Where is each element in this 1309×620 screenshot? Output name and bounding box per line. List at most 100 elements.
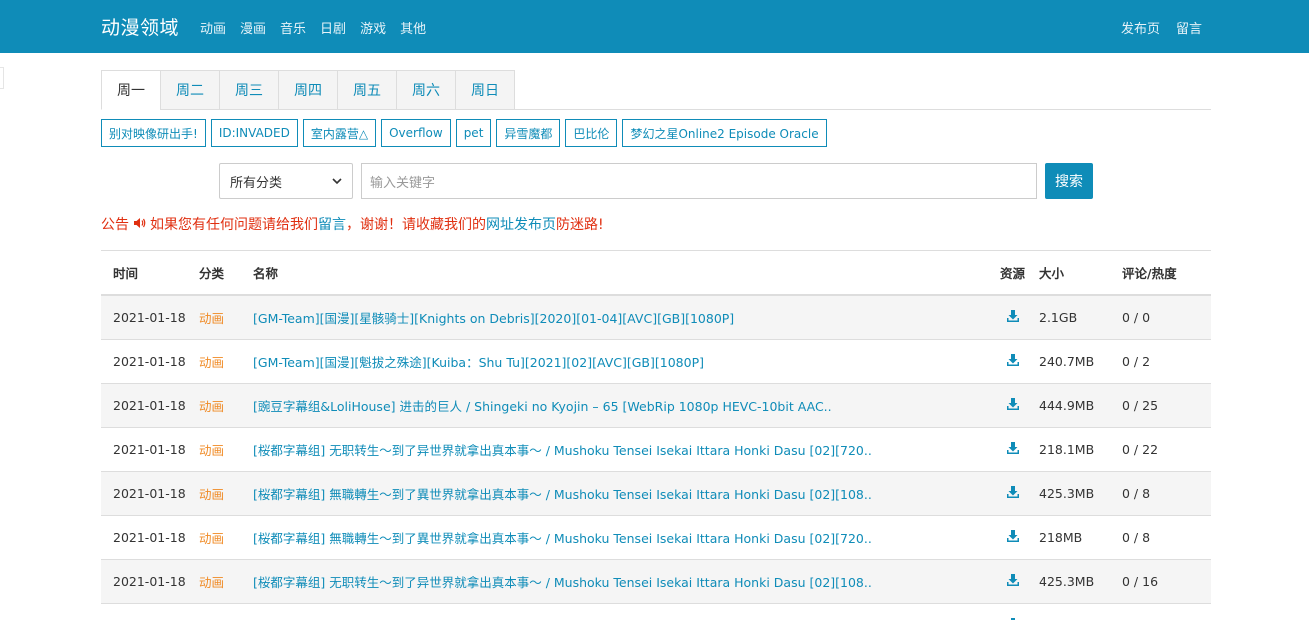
row-size: 218.1MB	[1039, 442, 1095, 457]
row-category[interactable]: 动画	[199, 616, 253, 620]
table-header: 时间 分类 名称 资源 大小 评论/热度	[101, 251, 1211, 296]
row-resource	[986, 309, 1039, 326]
nav-link-anime[interactable]: 动画	[200, 18, 226, 37]
series-tag[interactable]: 别对映像研出手!	[101, 119, 206, 147]
row-size: 240.7MB	[1039, 354, 1095, 369]
speaker-icon	[133, 217, 146, 232]
row-category[interactable]: 动画	[199, 440, 253, 459]
row-time: 2021-01-18	[113, 398, 186, 413]
row-title-link[interactable]: [豌豆字幕组&LoliHouse] 进击的巨人 / Shingeki no Ky…	[253, 396, 986, 415]
row-comments: 0 / 0	[1122, 310, 1151, 325]
table-row: 2021-01-18 动画 [桜都字幕组] 无职转生～到了异世界就拿出真本事～ / …	[101, 428, 1211, 472]
download-icon[interactable]	[1006, 529, 1020, 546]
series-tag[interactable]: 梦幻之星Online2 Episode Oracle	[622, 119, 827, 147]
row-category[interactable]: 动画	[199, 308, 253, 327]
tab-saturday[interactable]: 周六	[396, 70, 456, 110]
row-resource	[986, 353, 1039, 370]
row-category[interactable]: 动画	[199, 484, 253, 503]
header-name[interactable]: 名称	[253, 263, 986, 282]
row-comments: 0 / 25	[1122, 398, 1159, 413]
series-tag-list: 别对映像研出手! ID:INVADED 室内露营△ Overflow pet 异…	[101, 119, 827, 147]
nav-link-release-page[interactable]: 发布页	[1121, 18, 1160, 37]
category-select-value: 所有分类	[230, 175, 283, 191]
secondary-nav: 发布页 留言	[1121, 18, 1202, 37]
nav-link-music[interactable]: 音乐	[280, 18, 306, 37]
tab-wednesday[interactable]: 周三	[219, 70, 279, 110]
site-logo[interactable]: 动漫领域	[101, 13, 179, 40]
category-select[interactable]: 所有分类	[219, 163, 353, 199]
row-comments: 0 / 8	[1122, 486, 1151, 501]
series-tag[interactable]: 异雪魔都	[496, 119, 561, 147]
table-row: 2021-01-18 动画 [GM-Team][国漫][星骸骑士][Knights …	[101, 296, 1211, 340]
series-tag[interactable]: 室内露营△	[302, 119, 377, 147]
table-row: 2021-01-18 动画 [豌豆字幕组&LoliHouse] 进击的巨人 / Sh…	[101, 384, 1211, 428]
nav-link-other[interactable]: 其他	[400, 18, 426, 37]
search-button[interactable]: 搜索	[1045, 163, 1093, 199]
tab-thursday[interactable]: 周四	[278, 70, 338, 110]
row-title-link[interactable]: [GM-Team][国漫][星骸骑士][Knights on Debris][2…	[253, 308, 986, 327]
search-bar: 所有分类 输入关键字 搜索	[219, 163, 1093, 199]
row-title-link[interactable]: [桜都字幕组] 无职转生～到了异世界就拿出真本事～ / Mushoku Tens…	[253, 440, 986, 459]
row-size: 444.9MB	[1039, 398, 1095, 413]
row-title-link[interactable]: [GM-Team][国漫][魁拔之殊途][Kuiba：Shu Tu][2021]…	[253, 352, 986, 371]
row-size: 425.3MB	[1039, 574, 1095, 589]
nav-link-guestbook[interactable]: 留言	[1176, 18, 1202, 37]
row-time: 2021-01-18	[113, 442, 186, 457]
row-resource	[986, 441, 1039, 458]
row-category[interactable]: 动画	[199, 572, 253, 591]
download-icon[interactable]	[1006, 309, 1020, 326]
main-nav: 动画 漫画 音乐 日剧 游戏 其他	[200, 18, 426, 37]
row-title-link[interactable]: [桜都字幕组] 無職轉生～到了異世界就拿出真本事～ / Mushoku Tens…	[253, 484, 986, 503]
download-icon[interactable]	[1006, 353, 1020, 370]
tab-friday[interactable]: 周五	[337, 70, 397, 110]
table-row: 2021-01-18 动画[GM-Team][国漫][魁拔之殊途][Kuiba：S…	[101, 340, 1211, 384]
weekday-tabs: 周一 周二 周三 周四 周五 周六 周日	[101, 70, 1211, 110]
table-row: 2021-01-18 动画 [桜都字幕组] 無職轉生～到了異世界就拿出真本事～ / …	[101, 516, 1211, 560]
announcement: 公告 如果您有任何问题请给我们 留言 ，谢谢！请收藏我们的 网址发布页 防迷路!	[101, 214, 604, 234]
header-size[interactable]: 大小	[1039, 263, 1122, 282]
header-comments[interactable]: 评论/热度	[1122, 263, 1211, 282]
announcement-text: 防迷路!	[556, 217, 604, 233]
row-title-link[interactable]: [GM-Team][国漫][魁拔之殊途][Kuiba：Shu Tu]	[253, 616, 986, 620]
row-comments: 0 / 2	[1122, 354, 1151, 369]
series-tag[interactable]: ID:INVADED	[210, 119, 298, 147]
download-icon[interactable]	[1006, 485, 1020, 502]
row-time: 2021-01-18	[113, 354, 186, 369]
row-time: 2021-01-18	[113, 574, 186, 589]
guestbook-link[interactable]: 留言	[318, 214, 346, 234]
nav-link-games[interactable]: 游戏	[360, 18, 386, 37]
row-time: 2021-01-18	[113, 530, 186, 545]
row-title-link[interactable]: [桜都字幕组] 无职转生～到了异世界就拿出真本事～ / Mushoku Tens…	[253, 572, 986, 591]
header-time[interactable]: 时间	[101, 263, 199, 282]
resource-table: 时间 分类 名称 资源 大小 评论/热度 2021-01-18 动画 [GM-Tea…	[101, 250, 1211, 620]
tab-monday[interactable]: 周一	[101, 70, 161, 110]
tab-tuesday[interactable]: 周二	[160, 70, 220, 110]
row-category[interactable]: 动画	[199, 396, 253, 415]
row-comments: 0 / 22	[1122, 442, 1159, 457]
tab-sunday[interactable]: 周日	[455, 70, 515, 110]
table-row: 2021-01-18 动画 [桜都字幕组] 无职转生～到了异世界就拿出真本事～ / …	[101, 560, 1211, 604]
series-tag[interactable]: 巴比伦	[565, 119, 618, 147]
nav-link-manga[interactable]: 漫画	[240, 18, 266, 37]
chevron-down-icon	[332, 175, 342, 188]
row-category[interactable]: 动画	[199, 352, 253, 371]
series-tag[interactable]: pet	[455, 119, 492, 147]
download-icon[interactable]	[1006, 441, 1020, 458]
download-icon[interactable]	[1006, 573, 1020, 590]
row-resource	[986, 485, 1039, 502]
release-page-link[interactable]: 网址发布页	[486, 214, 556, 234]
announcement-text: ，谢谢！请收藏我们的	[346, 217, 486, 233]
row-comments: 0 / 16	[1122, 574, 1159, 589]
row-title-link[interactable]: [桜都字幕组] 無職轉生～到了異世界就拿出真本事～ / Mushoku Tens…	[253, 528, 986, 547]
series-tag[interactable]: Overflow	[381, 119, 451, 147]
nav-link-drama[interactable]: 日剧	[320, 18, 346, 37]
download-icon[interactable]	[1006, 397, 1020, 414]
header-resource[interactable]: 资源	[986, 263, 1039, 282]
row-size: 218MB	[1039, 530, 1083, 545]
header-category[interactable]: 分类	[199, 263, 253, 282]
row-comments: 0 / 8	[1122, 530, 1151, 545]
row-resource	[986, 573, 1039, 590]
table-row: 2021-01-18动画[GM-Team][国漫][魁拔之殊途][Kuiba：S…	[101, 604, 1211, 620]
row-category[interactable]: 动画	[199, 528, 253, 547]
search-input[interactable]: 输入关键字	[361, 163, 1037, 199]
